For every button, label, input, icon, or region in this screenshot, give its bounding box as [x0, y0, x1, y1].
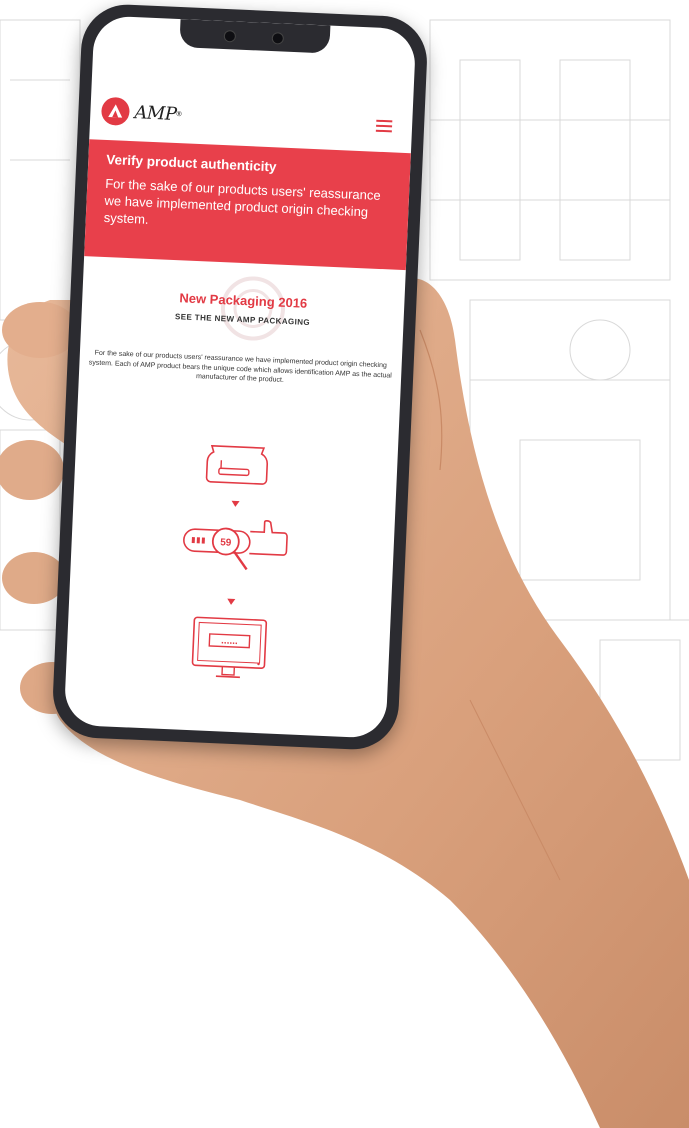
registered-mark: ®	[176, 110, 182, 118]
verify-banner: Verify product authenticity For the sake…	[84, 139, 411, 271]
phone-frame: AMP ® Verify product authenticity For th…	[51, 2, 429, 752]
section-description: For the sake of our products users' reas…	[88, 349, 392, 384]
packaging-section: New Packaging 2016 SEE THE NEW AMP PACKA…	[64, 256, 406, 739]
hamburger-menu-icon[interactable]	[375, 119, 393, 133]
front-sensor-icon	[271, 32, 285, 45]
computer-monitor-icon: ......	[191, 616, 268, 679]
banner-title: Verify product authenticity	[106, 151, 277, 175]
package-icon	[205, 444, 269, 485]
password-dots: ......	[221, 635, 238, 647]
amp-logo-icon	[101, 97, 130, 126]
step-arrow-icon	[231, 500, 240, 508]
banner-text: For the sake of our products users' reas…	[103, 175, 382, 227]
phone-notch	[179, 19, 331, 54]
step-arrow-icon	[227, 598, 236, 606]
code-number: 59	[220, 537, 232, 548]
amp-logo[interactable]: AMP ®	[100, 96, 182, 130]
scratch-code-magnifier-icon: 59	[183, 520, 288, 571]
front-camera-icon	[223, 29, 237, 43]
logo-text: AMP	[133, 101, 177, 125]
phone-screen: AMP ® Verify product authenticity For th…	[63, 15, 417, 739]
